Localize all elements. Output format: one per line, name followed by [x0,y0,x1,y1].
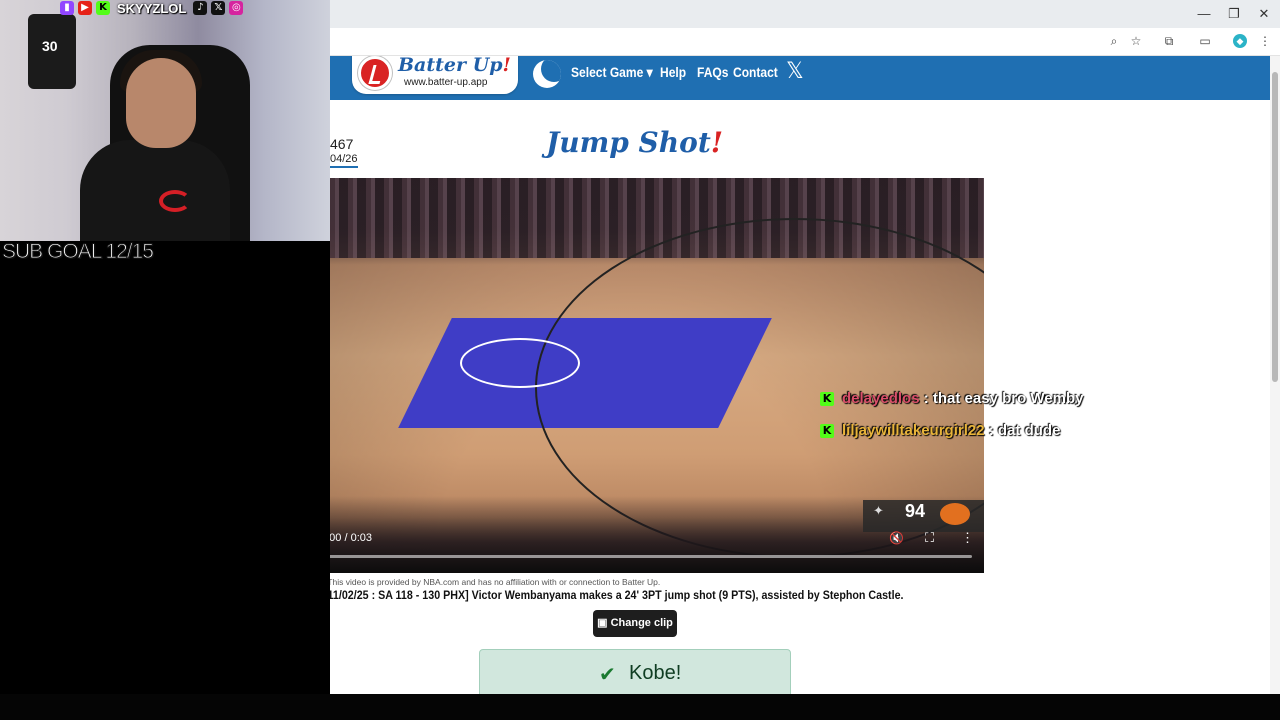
streamer-webcam: 30 ▮ ▶ K SKYYZLOL ♪ 𝕏 ◎ [0,0,330,241]
fullscreen-icon[interactable]: ⛶ [925,530,934,546]
dark-mode-toggle-icon[interactable] [533,60,561,88]
logo-url: www.batter-up.app [404,77,488,88]
x-social-icon[interactable]: 𝕏 [786,61,804,83]
camera-icon: ▣ [597,617,608,629]
menu-icon[interactable]: ⋮ [1257,34,1273,48]
chat-message: Kliljaywilltakeurgirl22 : dat dude [820,422,1060,442]
page-viewport: Batter Up! www.batter-up.app Select Game… [330,56,1270,694]
kick-icon: K [96,1,110,15]
zoom-icon[interactable]: ⌕ [1106,34,1122,49]
nav-select-game[interactable]: Select Game ▾ [571,64,653,81]
profile-icon[interactable]: ◆ [1233,34,1247,48]
extensions-icon[interactable]: ⧉ [1161,34,1177,49]
restore-button[interactable]: ❐ [1224,6,1244,22]
spurs-logo-icon: ✦ [873,504,884,519]
youtube-icon: ▶ [78,1,92,15]
change-clip-button[interactable]: ▣ Change clip [593,610,677,637]
nav-contact[interactable]: Contact [733,64,778,80]
streamer-head [126,58,196,148]
social-handle: SKYYZLOL [117,0,187,16]
video-court-circle [460,338,580,388]
chat-username: liljaywilltakeurgirl22 [842,422,985,439]
video-progress-bar[interactable] [330,555,972,558]
video-score: 94 [905,501,926,521]
batter-logo-icon [358,56,392,90]
video-player[interactable]: ✦ 94 ❚❚ 0:00 / 0:03 🔇 ⛶ ⋮ [330,178,984,573]
instagram-icon: ◎ [229,1,244,15]
video-disclaimer: *This video is provided by NBA.com and h… [330,577,661,587]
kick-badge-icon: K [820,392,834,407]
shirt-logo-icon [159,190,191,212]
chat-username: delayedlos [842,390,920,407]
logo-name: Batter Up! [398,56,511,76]
kick-badge-icon: K [820,424,834,439]
mute-icon[interactable]: 🔇 [889,531,904,545]
game-date[interactable]: 04/26 [330,153,358,168]
bookmark-star-icon[interactable]: ☆ [1128,34,1144,48]
nav-help[interactable]: Help [660,64,686,80]
result-text: Kobe! [629,662,682,684]
video-time: 0:00 / 0:03 [330,532,372,544]
chat-text: : that easy bro Wemby [923,390,1084,407]
jersey-number: 30 [42,38,58,54]
x-icon: 𝕏 [211,1,226,15]
nav-faqs[interactable]: FAQs [697,64,728,80]
page-title: Jump Shot! [546,126,724,159]
site-logo[interactable]: Batter Up! www.batter-up.app [352,56,518,94]
suns-logo-icon [940,503,970,525]
close-button[interactable]: ✕ [1254,6,1274,22]
chat-text: : dat dude [988,422,1061,439]
streamer-body [80,140,230,241]
check-icon: ✔ [599,662,616,686]
navbar: Batter Up! www.batter-up.app Select Game… [330,56,1270,100]
tiktok-icon: ♪ [193,1,208,15]
result-banner: ✔ Kobe! [479,649,791,694]
sub-goal: SUB GOAL 12/15 [2,240,155,264]
chat-message: Kdelayedlos : that easy bro Wemby [820,390,1083,410]
social-bar: ▮ ▶ K SKYYZLOL ♪ 𝕏 ◎ [60,0,244,16]
twitch-icon: ▮ [60,1,74,15]
play-caption: [11/02/25 : SA 118 - 130 PHX] Victor Wem… [330,590,904,602]
game-number: 467 [330,136,354,152]
scrollbar-thumb[interactable] [1272,72,1278,382]
minimize-button[interactable]: — [1194,6,1214,21]
more-options-icon[interactable]: ⋮ [961,530,974,546]
taskbar [0,694,1280,720]
page-scrollbar[interactable] [1270,56,1280,694]
tab-search-icon[interactable]: ▭ [1197,34,1213,48]
